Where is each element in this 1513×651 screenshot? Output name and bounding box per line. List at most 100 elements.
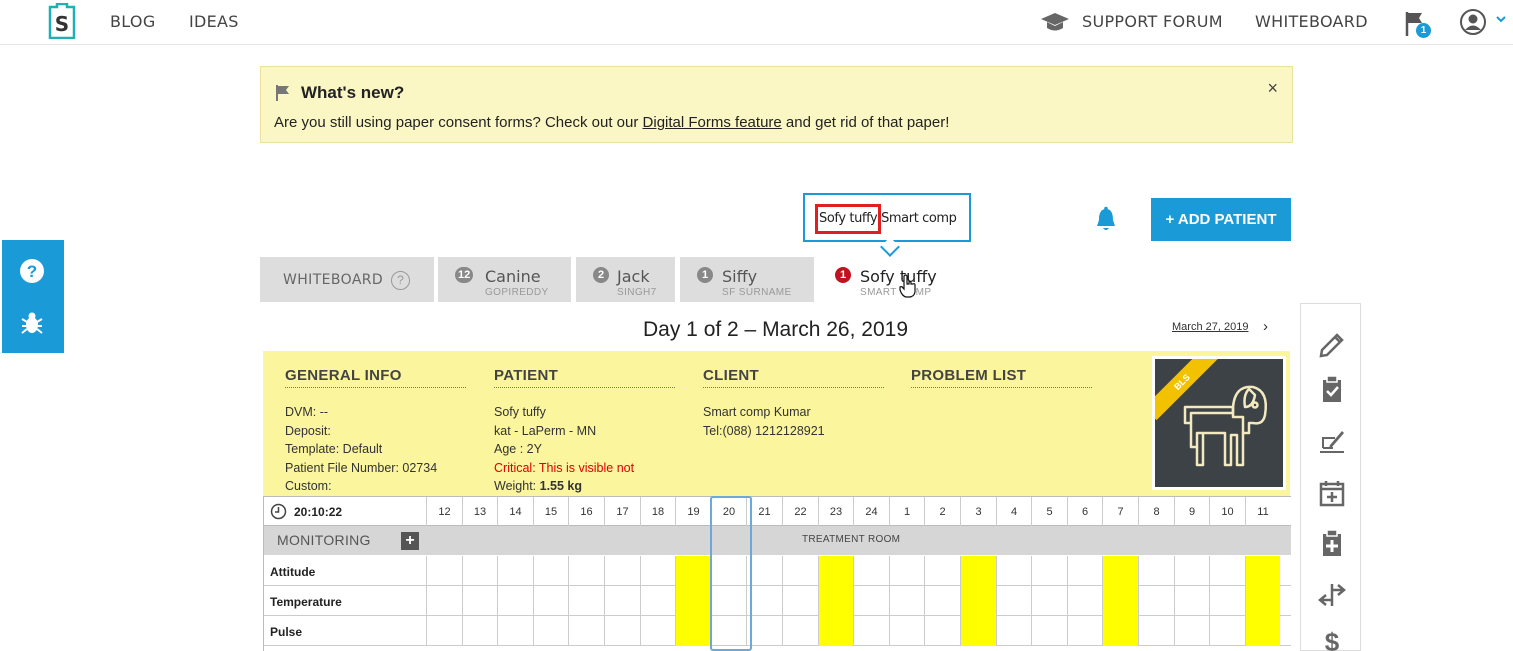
- schedule-cell[interactable]: [675, 616, 711, 646]
- schedule-cell[interactable]: [996, 556, 1031, 586]
- add-monitoring-button[interactable]: +: [401, 532, 419, 550]
- schedule-cell[interactable]: [1031, 586, 1067, 616]
- schedule-cell[interactable]: [1031, 616, 1067, 646]
- add-patient-button[interactable]: + ADD PATIENT: [1151, 198, 1291, 241]
- schedule-cell[interactable]: [711, 556, 746, 586]
- signature-icon[interactable]: [1317, 426, 1347, 456]
- user-avatar-icon[interactable]: [1459, 8, 1487, 36]
- tab-patient-sofy-tuffy[interactable]: 1 Sofy tuffy SMART COMP: [818, 257, 953, 302]
- schedule-cell[interactable]: [1102, 586, 1138, 616]
- schedule-cell[interactable]: [1031, 556, 1067, 586]
- pencil-icon[interactable]: [1317, 328, 1347, 358]
- schedule-cell[interactable]: [853, 586, 889, 616]
- schedule-cell[interactable]: [604, 616, 640, 646]
- schedule-cell[interactable]: [426, 556, 462, 586]
- schedule-cell[interactable]: [889, 556, 924, 586]
- schedule-cell[interactable]: [1138, 616, 1174, 646]
- schedule-cell[interactable]: [1067, 616, 1102, 646]
- schedule-cell[interactable]: [711, 616, 746, 646]
- next-day-link[interactable]: March 27, 2019: [1172, 321, 1248, 333]
- schedule-cell[interactable]: [1245, 556, 1280, 586]
- schedule-cell[interactable]: [746, 586, 782, 616]
- schedule-cell[interactable]: [924, 556, 960, 586]
- schedule-cell[interactable]: [924, 616, 960, 646]
- schedule-cell[interactable]: [604, 556, 640, 586]
- schedule-cell[interactable]: [426, 586, 462, 616]
- nav-whiteboard[interactable]: WHITEBOARD: [1255, 12, 1368, 31]
- schedule-cell[interactable]: [996, 586, 1031, 616]
- nav-blog[interactable]: BLOG: [110, 12, 156, 31]
- schedule-cell[interactable]: [818, 556, 853, 586]
- schedule-cell[interactable]: [853, 616, 889, 646]
- schedule-cell[interactable]: [1245, 586, 1280, 616]
- schedule-cell[interactable]: [533, 616, 568, 646]
- flag-notification-button[interactable]: 1: [1404, 10, 1432, 40]
- schedule-cell[interactable]: [1138, 556, 1174, 586]
- schedule-cell[interactable]: [996, 616, 1031, 646]
- schedule-cell[interactable]: [1102, 616, 1138, 646]
- schedule-cell[interactable]: [889, 616, 924, 646]
- schedule-cell[interactable]: [462, 586, 497, 616]
- patient-photo[interactable]: BLS: [1152, 356, 1286, 490]
- nav-support-forum[interactable]: SUPPORT FORUM: [1082, 12, 1223, 31]
- calendar-add-icon[interactable]: [1317, 478, 1347, 508]
- schedule-cell[interactable]: [746, 616, 782, 646]
- transfer-arrows-icon[interactable]: [1317, 580, 1347, 610]
- schedule-cell[interactable]: [782, 616, 818, 646]
- digital-forms-link[interactable]: Digital Forms feature: [643, 114, 782, 131]
- schedule-cell[interactable]: [675, 586, 711, 616]
- schedule-cell[interactable]: [1209, 616, 1245, 646]
- schedule-cell[interactable]: [497, 556, 533, 586]
- clipboard-plus-icon[interactable]: [1317, 528, 1347, 558]
- schedule-cell[interactable]: [675, 556, 711, 586]
- schedule-cell[interactable]: [711, 586, 746, 616]
- schedule-cell[interactable]: [1174, 556, 1209, 586]
- schedule-cell[interactable]: [640, 556, 675, 586]
- dollar-icon[interactable]: $: [1317, 626, 1347, 651]
- schedule-cell[interactable]: [746, 556, 782, 586]
- schedule-cell[interactable]: [960, 586, 996, 616]
- help-circle-icon[interactable]: ?: [391, 271, 410, 290]
- schedule-cell[interactable]: [426, 616, 462, 646]
- bug-icon[interactable]: [19, 310, 45, 336]
- schedule-cell[interactable]: [853, 556, 889, 586]
- tab-patient-siffy[interactable]: 1 Siffy SF SURNAME: [680, 257, 814, 302]
- schedule-cell[interactable]: [1245, 616, 1280, 646]
- schedule-cell[interactable]: [568, 556, 604, 586]
- close-icon[interactable]: ×: [1267, 78, 1278, 99]
- schedule-cell[interactable]: [782, 586, 818, 616]
- chevron-down-icon[interactable]: [1495, 15, 1507, 25]
- schedule-cell[interactable]: [924, 586, 960, 616]
- schedule-cell[interactable]: [818, 586, 853, 616]
- schedule-cell[interactable]: [497, 616, 533, 646]
- schedule-cell[interactable]: [818, 616, 853, 646]
- schedule-cell[interactable]: [960, 616, 996, 646]
- schedule-cell[interactable]: [889, 586, 924, 616]
- schedule-cell[interactable]: [1209, 556, 1245, 586]
- clipboard-check-icon[interactable]: [1317, 374, 1347, 404]
- help-icon[interactable]: ?: [19, 258, 45, 284]
- schedule-cell[interactable]: [1067, 586, 1102, 616]
- schedule-cell[interactable]: [462, 556, 497, 586]
- tab-whiteboard[interactable]: WHITEBOARD ?: [260, 257, 434, 302]
- schedule-cell[interactable]: [782, 556, 818, 586]
- schedule-cell[interactable]: [462, 616, 497, 646]
- schedule-cell[interactable]: [1067, 556, 1102, 586]
- schedule-cell[interactable]: [533, 586, 568, 616]
- chevron-right-icon[interactable]: ›: [1263, 318, 1268, 335]
- schedule-cell[interactable]: [533, 556, 568, 586]
- nav-ideas[interactable]: IDEAS: [189, 12, 239, 31]
- tab-patient-canine[interactable]: 12 Canine GOPIREDDY: [438, 257, 571, 302]
- schedule-cell[interactable]: [1174, 586, 1209, 616]
- schedule-cell[interactable]: [960, 556, 996, 586]
- schedule-cell[interactable]: [1138, 586, 1174, 616]
- schedule-cell[interactable]: [1209, 586, 1245, 616]
- schedule-cell[interactable]: [640, 586, 675, 616]
- schedule-cell[interactable]: [568, 586, 604, 616]
- schedule-cell[interactable]: [497, 586, 533, 616]
- schedule-cell[interactable]: [604, 586, 640, 616]
- schedule-cell[interactable]: [568, 616, 604, 646]
- app-logo-icon[interactable]: S: [47, 3, 77, 39]
- schedule-cell[interactable]: [1102, 556, 1138, 586]
- bell-icon[interactable]: [1094, 206, 1118, 234]
